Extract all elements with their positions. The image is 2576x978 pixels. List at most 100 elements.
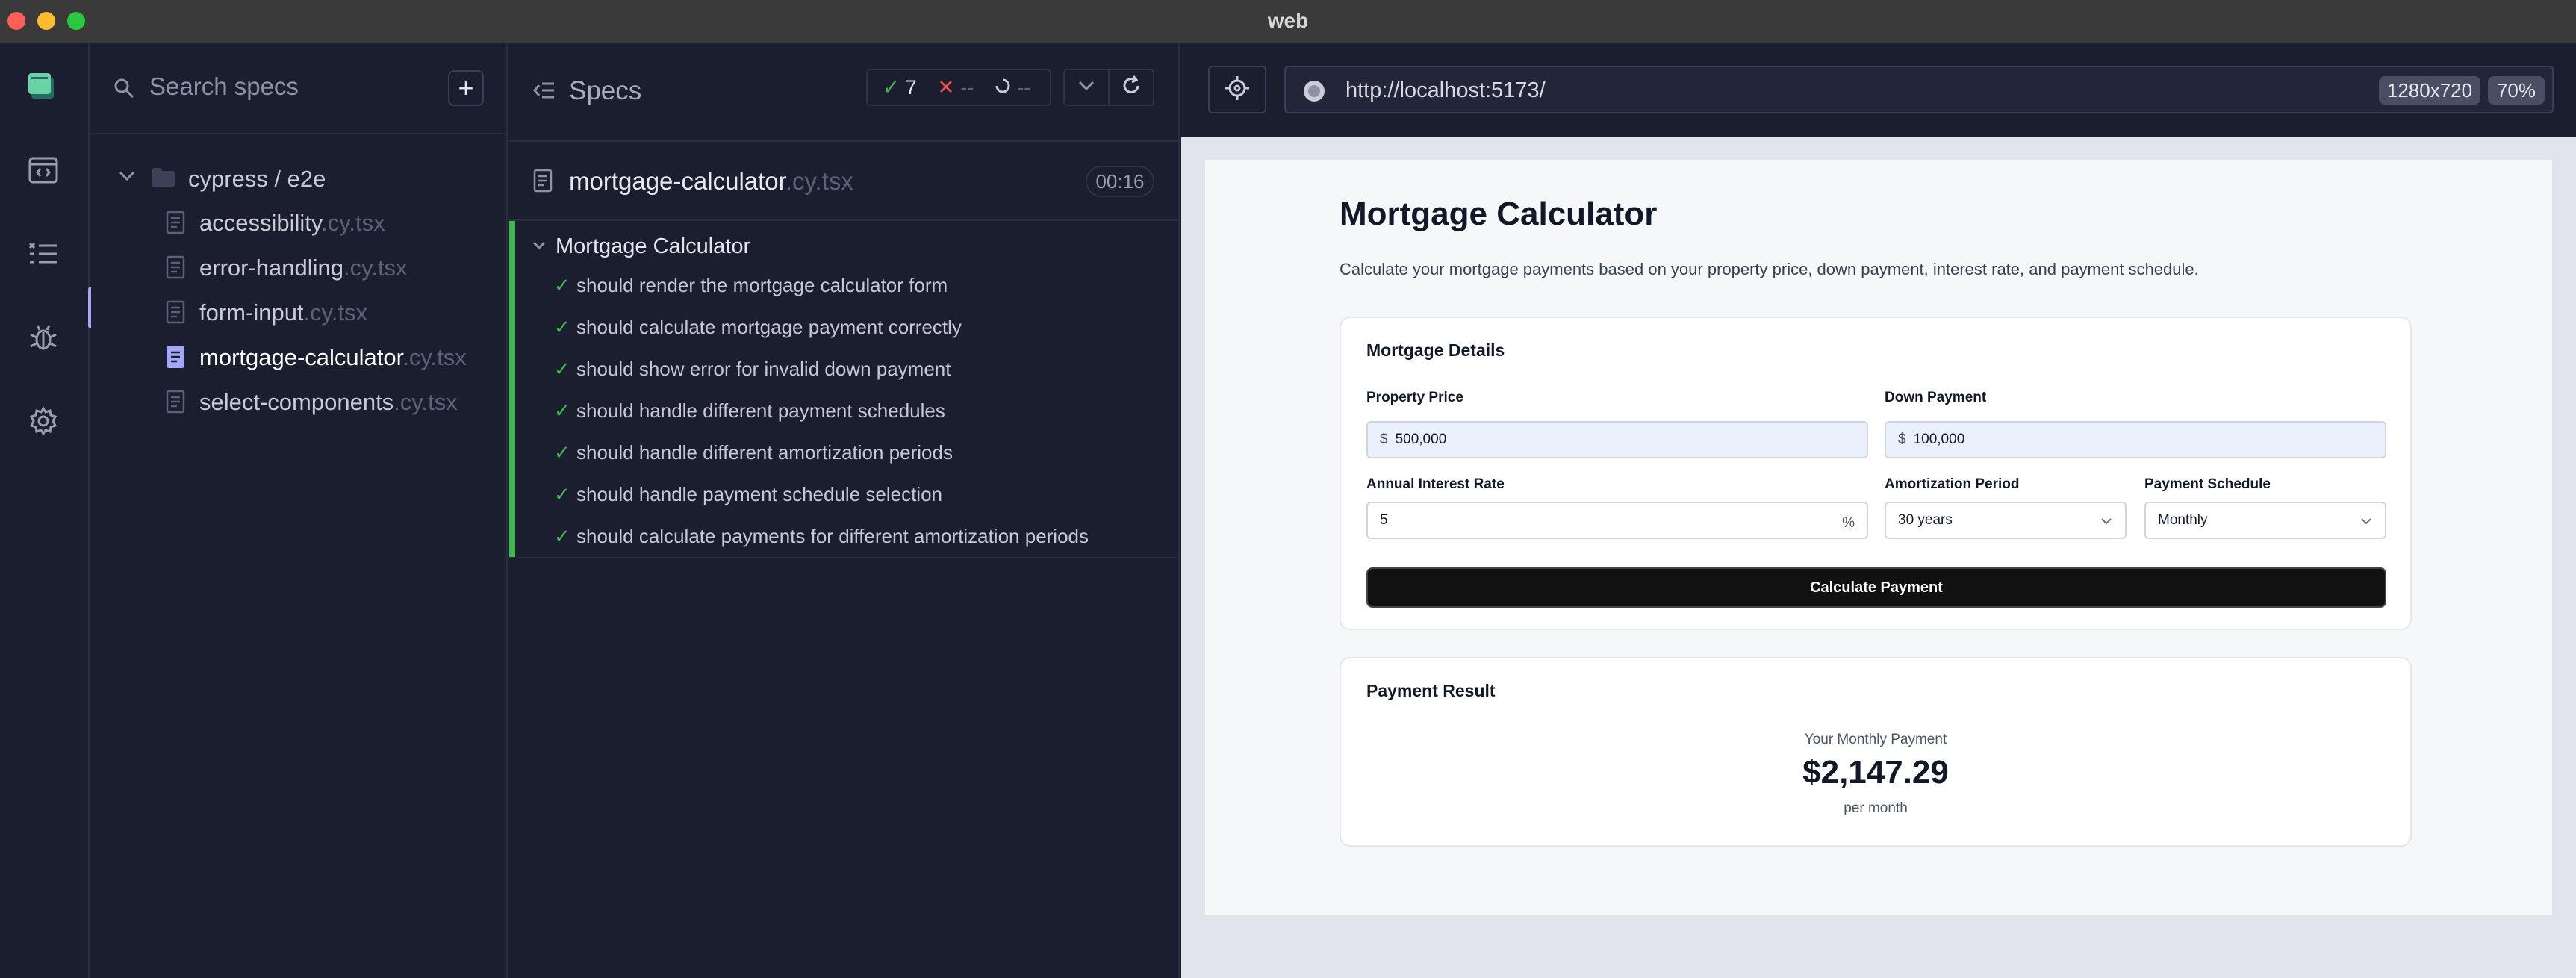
property-price-input[interactable]: $ 500,000: [1366, 421, 1868, 458]
check-icon: ✓: [554, 399, 570, 422]
suite-title[interactable]: Mortgage Calculator: [556, 234, 750, 259]
zoom-badge: 70%: [2488, 76, 2545, 105]
file-ext: .cy.tsx: [393, 389, 458, 415]
crosshair-icon: [1225, 75, 1250, 105]
runner-panel: Specs ✓ 7 ✕ -- -- mortgage-calculator.cy…: [509, 43, 1180, 978]
test-title: should calculate payments for different …: [576, 524, 1089, 547]
spec-name: mortgage-calculator: [569, 167, 785, 195]
search-icon: [113, 78, 134, 102]
payment-schedule-label: Payment Schedule: [2144, 476, 2271, 492]
pending-count: --: [1017, 75, 1031, 99]
interest-rate-label: Annual Interest Rate: [1366, 476, 1505, 492]
test-title: should render the mortgage calculator fo…: [576, 273, 948, 296]
down-payment-label: Down Payment: [1885, 390, 1987, 405]
runner-header: Specs ✓ 7 ✕ -- --: [509, 43, 1180, 140]
test-row[interactable]: ✓ should render the mortgage calculator f…: [554, 264, 1174, 306]
refresh-icon: [1120, 75, 1142, 101]
result-caption: Your Monthly Payment: [1804, 732, 1947, 747]
specs-label: Specs: [569, 76, 642, 105]
file-icon: [166, 211, 185, 240]
spec-ext: .cy.tsx: [785, 167, 853, 195]
folder-label: cypress / e2e: [188, 166, 326, 192]
property-price-label: Property Price: [1366, 390, 1463, 405]
test-title: should calculate mortgage payment correc…: [576, 315, 962, 338]
property-price-value: 500,000: [1395, 432, 1447, 447]
file-name: mortgage-calculator: [199, 344, 403, 370]
payment-schedule-select[interactable]: Monthly: [2144, 502, 2386, 539]
check-icon: ✓: [554, 482, 570, 505]
file-icon: [533, 169, 553, 196]
chevron-down-icon: [2359, 514, 2373, 530]
amortization-select[interactable]: 30 years: [1885, 502, 2127, 539]
amortization-value: 30 years: [1898, 512, 1953, 528]
test-row[interactable]: ✓ should calculate payments for different…: [554, 515, 1174, 557]
test-title: should show error for invalid down payme…: [576, 357, 951, 380]
dropdown-button[interactable]: [1063, 69, 1110, 106]
nav-rail: [0, 43, 90, 978]
spec-file-row[interactable]: form-input.cy.tsx: [91, 290, 506, 334]
test-row[interactable]: ✓ should calculate mortgage payment corre…: [554, 306, 1174, 348]
check-icon: ✓: [554, 524, 570, 547]
folder-row[interactable]: cypress / e2e: [91, 155, 506, 200]
spec-file-row[interactable]: select-components.cy.tsx: [91, 379, 506, 424]
test-title: should handle different amortization per…: [576, 440, 953, 464]
test-suite: Mortgage Calculator ✓ should render the m…: [509, 221, 1180, 557]
failed-count: --: [960, 75, 974, 99]
add-spec-button[interactable]: +: [448, 70, 484, 106]
viewport-size-badge: 1280x720: [2379, 76, 2480, 105]
collapse-specs-icon[interactable]: [533, 81, 556, 104]
interest-rate-input[interactable]: 5 %: [1366, 502, 1868, 539]
rerun-button[interactable]: [1108, 69, 1154, 106]
spec-file-row[interactable]: error-handling.cy.tsx: [91, 245, 506, 290]
test-row[interactable]: ✓ should handle payment schedule selectio…: [554, 473, 1174, 515]
globe-icon: [1302, 79, 1326, 107]
failed-stat: ✕ --: [938, 76, 974, 99]
page-subtitle: Calculate your mortgage payments based o…: [1340, 260, 2199, 278]
runs-nav-icon[interactable]: [22, 233, 64, 275]
chevron-down-icon[interactable]: [532, 240, 547, 255]
specs-nav-icon[interactable]: [22, 149, 64, 191]
card-title: Payment Result: [1366, 681, 1496, 700]
down-payment-input[interactable]: $ 100,000: [1885, 421, 2386, 458]
search-specs-input[interactable]: [149, 70, 418, 103]
calculate-payment-button[interactable]: Calculate Payment: [1366, 567, 2386, 608]
folder-icon: [151, 166, 176, 192]
passed-stat: ✓ 7: [883, 76, 917, 99]
file-ext: .cy.tsx: [321, 210, 385, 236]
chevron-down-icon: [2100, 514, 2113, 530]
page-title: Mortgage Calculator: [1340, 196, 1658, 232]
file-active-icon: [166, 345, 185, 375]
file-icon: [166, 255, 185, 285]
file-name: error-handling: [199, 255, 343, 281]
duration-badge: 00:16: [1086, 166, 1154, 197]
file-icon: [166, 300, 185, 330]
down-payment-value: 100,000: [1913, 432, 1965, 447]
file-ext: .cy.tsx: [303, 299, 368, 326]
file-ext: .cy.tsx: [402, 344, 467, 370]
mortgage-details-card: Mortgage Details Property Price $ 500,00…: [1340, 317, 2412, 630]
window-titlebar: web: [0, 0, 2576, 43]
current-spec-row: mortgage-calculator.cy.tsx 00:16: [509, 140, 1180, 221]
check-icon: ✓: [554, 357, 570, 380]
app-viewport: Mortgage Calculator Calculate your mortg…: [1205, 160, 2552, 915]
pending-stat: --: [995, 76, 1030, 99]
preview-toolbar: http://localhost:5173/ 1280x720 70%: [1181, 43, 2576, 137]
spinner-icon: [995, 76, 1011, 99]
test-row[interactable]: ✓ should show error for invalid down paym…: [554, 348, 1174, 390]
chevron-down-icon: [1077, 80, 1095, 96]
debug-bug-icon[interactable]: [22, 317, 64, 358]
url-text: http://localhost:5173/: [1345, 78, 1546, 102]
url-bar[interactable]: http://localhost:5173/ 1280x720 70%: [1284, 66, 2554, 113]
selector-playground-button[interactable]: [1208, 66, 1266, 113]
test-row[interactable]: ✓ should handle different payment schedul…: [554, 390, 1174, 432]
currency-prefix: $: [1898, 432, 1906, 447]
cypress-logo-icon[interactable]: [22, 66, 64, 108]
test-row[interactable]: ✓ should handle different amortization pe…: [554, 432, 1174, 473]
percent-suffix: %: [1842, 515, 1855, 531]
amortization-label: Amortization Period: [1885, 476, 2020, 492]
spec-file-row[interactable]: accessibility.cy.tsx: [91, 200, 506, 245]
check-icon: ✓: [554, 440, 570, 464]
settings-gear-icon[interactable]: [22, 400, 64, 442]
spec-file-row-active[interactable]: mortgage-calculator.cy.tsx: [91, 334, 506, 379]
window-title: web: [1267, 9, 1309, 32]
